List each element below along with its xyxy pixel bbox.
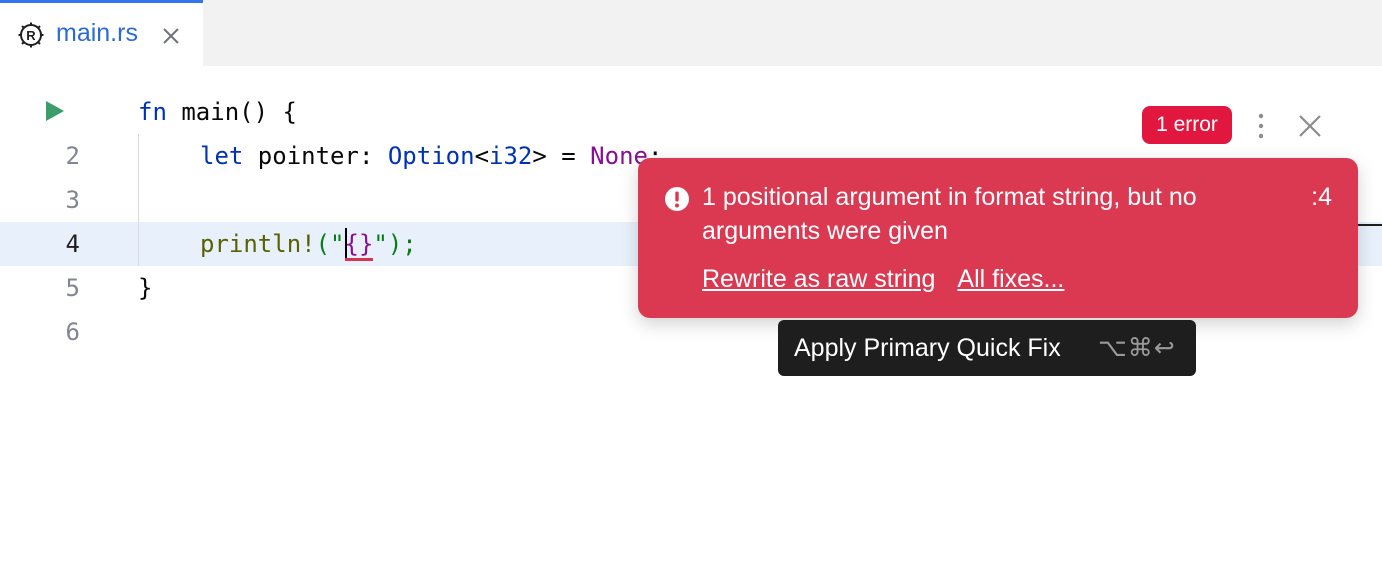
code-line-2: let pointer: Option<i32> = None; <box>200 134 662 178</box>
code-line-1: fn main() { <box>138 90 297 134</box>
code-line-4: println!("{}"); <box>200 222 417 266</box>
macro-println: println! <box>200 230 316 258</box>
tab-main-rs[interactable]: R main.rs <box>0 0 203 66</box>
line-number: 3 <box>65 186 80 214</box>
svg-text:R: R <box>26 28 36 43</box>
tooltip-label: Apply Primary Quick Fix <box>794 334 1061 362</box>
type-i32: i32 <box>489 142 533 170</box>
line-number: 6 <box>65 318 80 346</box>
code-text: < <box>474 142 490 170</box>
code-text: pointer: <box>243 142 388 170</box>
quick-fix-tooltip: Apply Primary Quick Fix ⌥⌘↩ <box>778 320 1196 376</box>
code-text: } <box>138 274 153 302</box>
code-text: > = <box>532 142 591 170</box>
line-number: 2 <box>65 142 80 170</box>
more-vertical-icon[interactable] <box>1250 110 1272 142</box>
type-option: Option <box>387 142 475 170</box>
error-line-reference: :4 <box>1311 183 1332 211</box>
close-icon[interactable] <box>160 25 182 47</box>
indent-guide <box>138 134 139 266</box>
all-fixes-link[interactable]: All fixes... <box>957 265 1064 293</box>
error-format-placeholder[interactable]: {} <box>344 230 374 261</box>
error-count-badge[interactable]: 1 error <box>1142 106 1232 144</box>
code-text: main() { <box>166 98 297 126</box>
line-number: 4 <box>65 230 80 258</box>
editor-tab-bar: R main.rs <box>0 0 1382 66</box>
line-number: 5 <box>65 274 80 302</box>
tooltip-shortcut: ⌥⌘↩ <box>1098 334 1176 362</box>
string-open: (" <box>315 230 345 258</box>
run-icon[interactable] <box>44 99 66 123</box>
error-exclamation-icon <box>665 187 689 211</box>
divider <box>1358 224 1382 226</box>
close-icon[interactable] <box>1296 112 1324 140</box>
error-message: 1 positional argument in format string, … <box>702 183 1197 245</box>
rust-file-icon: R <box>18 22 44 48</box>
keyword-let: let <box>200 142 244 170</box>
string-close: "); <box>373 230 417 258</box>
tab-label: main.rs <box>56 19 138 47</box>
rewrite-as-raw-string-link[interactable]: Rewrite as raw string <box>702 265 935 293</box>
keyword-fn: fn <box>138 98 167 126</box>
quick-fix-actions: Rewrite as raw string All fixes... <box>702 262 1086 296</box>
code-line-5: } <box>138 266 152 310</box>
error-popup: 1 positional argument in format string, … <box>638 158 1358 318</box>
